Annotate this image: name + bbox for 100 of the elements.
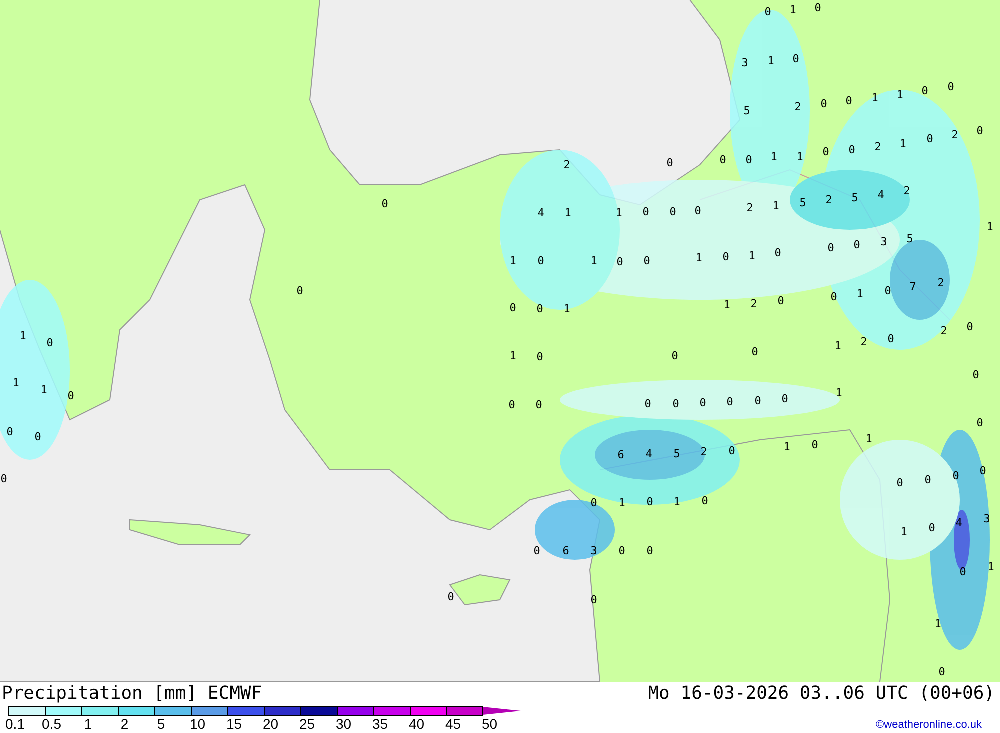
precipitation-value: 1 [900,138,906,150]
precipitation-value: 0 [976,126,984,136]
precipitation-value: 0 [782,394,788,404]
precipitation-value: 2 [794,102,802,112]
precipitation-value: 1 [934,618,942,630]
precipitation-value: 1 [696,252,702,264]
precipitation-value: 2 [952,130,958,140]
precipitation-value: 0 [666,158,674,168]
precipitation-value: 5 [852,192,858,204]
precipitation-value: 0 [694,206,702,216]
precipitation-value: 0 [966,322,974,332]
precipitation-value: 2 [700,446,708,458]
precipitation-value: 0 [778,296,784,306]
precipitation-value: 5 [800,198,806,208]
precipitation-value: 0 [536,400,542,410]
precipitation-value: 0 [728,446,736,456]
precipitation-value: 0 [822,146,830,158]
precipitation-value: 1 [12,378,20,388]
precipitation-value: 0 [644,256,650,266]
precipitation-value: 0 [854,240,860,250]
precipitation-value: 0 [812,440,818,450]
precipitation-value: 0 [448,592,454,602]
precipitation-value: 0 [534,546,540,556]
legend-label: 0.1 [4,717,26,731]
precipitation-value: 2 [746,202,754,214]
precipitation-value: 1 [748,250,756,262]
precipitation-value: 2 [940,326,948,336]
legend-label: 40 [408,717,426,731]
precipitation-value: 4 [646,448,652,460]
legend-label: 45 [444,717,462,731]
precipitation-value: 1 [564,208,572,218]
precipitation-value: 0 [948,82,954,92]
precipitation-value: 0 [976,418,984,428]
precipitation-value: 2 [904,186,910,196]
precipitation-value: 0 [922,86,928,96]
precipitation-value: 4 [538,208,544,218]
precipitation-value: 4 [878,190,884,200]
precipitation-value: 2 [938,278,944,288]
precipitation-value: 1 [590,256,598,266]
precipitation-value: 3 [880,236,888,248]
precipitation-value: 0 [536,352,544,362]
precipitation-value: 3 [590,546,598,556]
precipitation-value: 1 [772,200,780,212]
precipitation-value: 0 [646,496,654,508]
precipitation-value: 1 [986,222,994,232]
precipitation-value: 0 [792,54,800,64]
precipitation-value: 1 [564,304,570,314]
precipitation-value: 0 [752,346,758,358]
precipitation-value: 0 [672,350,678,362]
precipitation-value: 0 [884,286,892,296]
chart-title: Precipitation [mm] ECMWF [2,684,262,704]
precipitation-value: 0 [830,292,838,302]
precipitation-value: 1 [674,496,680,508]
precipitation-value: 0 [896,478,904,488]
precipitation-value: 0 [846,96,852,106]
precipitation-value: 0 [510,302,516,314]
precipitation-value: 6 [618,450,624,460]
precipitation-value: 4 [956,518,962,528]
precipitation-value: 1 [836,388,842,398]
precipitation-value: 0 [6,426,14,438]
precipitation-value: 0 [928,522,936,534]
precipitation-value: 0 [536,304,544,314]
precipitation-value: 3 [984,514,990,524]
precipitation-value: 5 [906,234,914,244]
precipitation-value: 0 [720,154,726,166]
precipitation-value: 1 [510,350,516,362]
legend-label: 10 [188,717,207,731]
credit-link[interactable]: ©weatheronline.co.uk [876,719,982,731]
precipitation-value: 0 [924,474,932,486]
precipitation-value: 0 [700,398,706,408]
precipitation-value: 0 [828,242,834,254]
precipitation-value: 0 [642,206,650,218]
precipitation-value: 0 [68,390,74,402]
precipitation-value: 1 [40,384,48,396]
precipitation-value: 0 [820,98,828,110]
precipitation-value: 1 [796,152,804,162]
precipitation-value: 1 [770,152,778,162]
precipitation-value: 1 [510,256,516,266]
legend-label: 30 [334,717,353,731]
precipitation-value: 1 [724,300,730,310]
legend-label: 50 [480,717,499,731]
precipitation-value: 0 [926,134,934,144]
precipitation-value: 0 [590,498,598,508]
precipitation-value: 0 [702,496,708,506]
precipitation-value: 1 [900,526,908,538]
precipitation-value: 2 [860,336,868,348]
precipitation-value: 2 [750,298,758,310]
legend-label: 20 [262,717,280,731]
precipitation-value: 1 [896,90,904,100]
precipitation-value: 0 [960,566,966,578]
precipitation-value: 0 [646,546,654,556]
legend-label: 5 [156,717,166,731]
precipitation-value: 2 [874,142,882,152]
precipitation-value: 5 [744,106,750,116]
precipitation-value: 6 [562,546,570,556]
precipitation-value: 0 [746,154,752,166]
precipitation-value: 0 [508,400,516,410]
precipitation-value: 0 [814,2,822,14]
precipitation-value: 0 [888,334,894,344]
precipitation-value: 0 [938,666,946,678]
